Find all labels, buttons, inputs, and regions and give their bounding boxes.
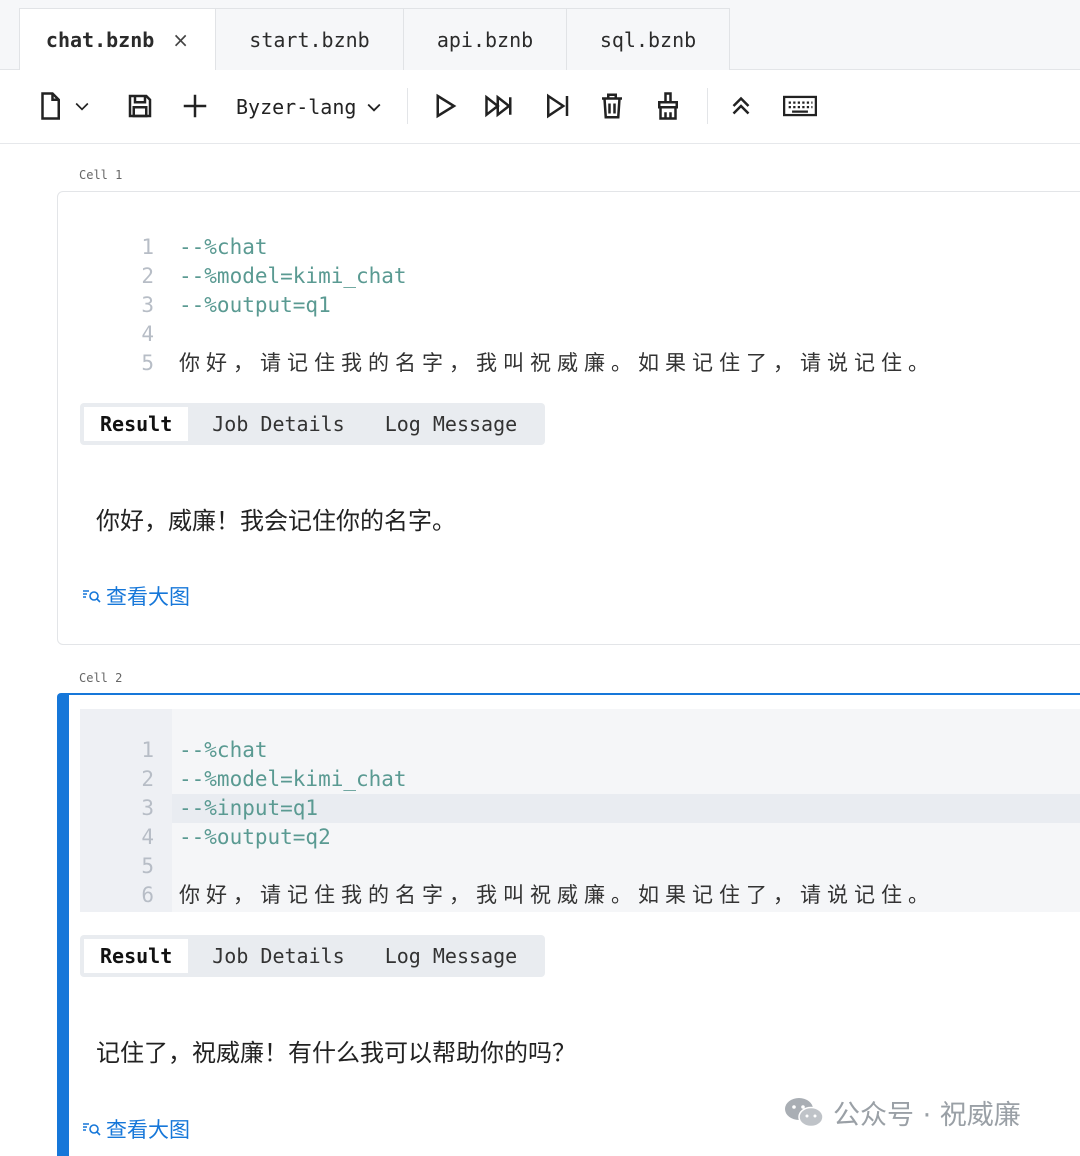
- line-number: 3: [141, 796, 154, 820]
- code-line: 4 --%output=q2: [80, 823, 1080, 852]
- plus-icon[interactable]: [175, 86, 215, 126]
- line-number: 4: [141, 825, 154, 849]
- code-line: 4: [80, 320, 1080, 349]
- code-line: 1 --%chat: [80, 233, 1080, 262]
- tab-label: api.bznb: [436, 27, 534, 52]
- code-line: 6 你好，请记住我的名字，我叫祝威廉。如果记住了，请说记住。: [80, 881, 1080, 910]
- tab-api-bznb[interactable]: api.bznb: [403, 8, 567, 70]
- code-text: --%chat: [179, 738, 268, 762]
- tab-start-bznb[interactable]: start.bznb: [215, 8, 404, 70]
- line-number: 2: [141, 767, 154, 791]
- notebook-cell-active[interactable]: 1 --%chat 2 --%model=kimi_chat 3 --%inpu…: [57, 693, 1080, 1156]
- code-line: 5 你好，请记住我的名字，我叫祝威廉。如果记住了，请说记住。: [80, 349, 1080, 378]
- tab-log-message[interactable]: Log Message: [369, 939, 533, 973]
- cell-label: Cell 1: [79, 168, 123, 182]
- code-line: 3 --%output=q1: [80, 291, 1080, 320]
- chat-answer: 你好，威廉！我会记住你的名字。: [96, 507, 456, 535]
- code-line: 2 --%model=kimi_chat: [80, 765, 1080, 794]
- keyboard-icon[interactable]: [779, 86, 821, 126]
- tab-chat-bznb[interactable]: chat.bznb ×: [19, 8, 216, 71]
- line-number: 2: [141, 264, 154, 288]
- tab-log-message[interactable]: Log Message: [369, 407, 533, 441]
- language-select[interactable]: Byzer-lang: [236, 90, 384, 124]
- line-number: 5: [141, 854, 154, 878]
- tab-result[interactable]: Result: [84, 939, 189, 973]
- clear-output-icon[interactable]: [648, 86, 688, 126]
- view-large-image-link[interactable]: 查看大图: [82, 581, 190, 611]
- toolbar-divider: [707, 88, 708, 124]
- trash-icon[interactable]: [592, 86, 632, 126]
- code-text: --%model=kimi_chat: [179, 767, 407, 791]
- view-large-label: 查看大图: [106, 1118, 190, 1142]
- code-text: --%chat: [179, 235, 268, 259]
- notebook-toolbar: Byzer-lang: [0, 70, 1080, 144]
- chat-answer: 记住了，祝威廉！有什么我可以帮助你的吗？: [96, 1039, 576, 1067]
- zoom-icon: [83, 1123, 101, 1136]
- chevron-down-icon: [367, 103, 381, 112]
- code-text: --%output=q1: [179, 293, 331, 317]
- notebook-cell[interactable]: 1 --%chat 2 --%model=kimi_chat 3 --%outp…: [57, 191, 1080, 645]
- code-editor[interactable]: 1 --%chat 2 --%model=kimi_chat 3 --%inpu…: [80, 709, 1080, 912]
- toolbar-divider: [407, 88, 408, 124]
- save-icon[interactable]: [120, 86, 160, 126]
- code-text: --%model=kimi_chat: [179, 264, 407, 288]
- code-text: --%output=q2: [179, 825, 331, 849]
- tab-label: sql.bznb: [599, 27, 697, 52]
- tab-job-details[interactable]: Job Details: [196, 407, 360, 441]
- result-tab-bar: Result Job Details Log Message: [80, 935, 546, 977]
- watermark-text: 公众号 · 祝威廉: [833, 1100, 1021, 1131]
- run-all-icon[interactable]: [479, 86, 519, 126]
- chevron-down-icon[interactable]: [64, 86, 100, 126]
- tab-sql-bznb[interactable]: sql.bznb: [566, 8, 730, 70]
- tab-job-details[interactable]: Job Details: [196, 939, 360, 973]
- line-number: 1: [141, 738, 154, 762]
- watermark: 公众号 · 祝威廉: [783, 1093, 1021, 1132]
- run-to-end-icon[interactable]: [537, 86, 577, 126]
- code-line: 2 --%model=kimi_chat: [80, 262, 1080, 291]
- play-icon[interactable]: [424, 86, 464, 126]
- file-tab-bar: chat.bznb × start.bznb api.bznb sql.bznb: [0, 0, 1080, 71]
- tab-label: start.bznb: [249, 27, 370, 52]
- code-line: 5: [80, 852, 1080, 881]
- line-number: 3: [141, 293, 154, 317]
- cell-label: Cell 2: [79, 671, 123, 685]
- line-number: 6: [141, 883, 154, 907]
- view-large-image-link[interactable]: 查看大图: [82, 1114, 190, 1144]
- tab-result[interactable]: Result: [84, 407, 189, 441]
- code-line: 3 --%input=q1: [80, 794, 1080, 823]
- result-tab-bar: Result Job Details Log Message: [80, 403, 546, 445]
- tab-label: chat.bznb: [45, 28, 155, 52]
- zoom-icon: [83, 590, 101, 603]
- code-text: 你好，请记住我的名字，我叫祝威廉。如果记住了，请说记住。: [179, 883, 935, 907]
- view-large-label: 查看大图: [106, 585, 190, 609]
- line-number: 4: [141, 322, 154, 346]
- line-number: 1: [141, 235, 154, 259]
- close-icon[interactable]: ×: [172, 28, 189, 52]
- wechat-icon: [785, 1097, 824, 1127]
- language-label: Byzer-lang: [236, 95, 357, 119]
- line-number: 5: [141, 351, 154, 375]
- collapse-icon[interactable]: [721, 86, 761, 126]
- code-text: --%input=q1: [179, 796, 319, 820]
- code-editor[interactable]: 1 --%chat 2 --%model=kimi_chat 3 --%outp…: [80, 233, 1080, 383]
- code-text: 你好，请记住我的名字，我叫祝威廉。如果记住了，请说记住。: [179, 351, 935, 375]
- code-line: 1 --%chat: [80, 736, 1080, 765]
